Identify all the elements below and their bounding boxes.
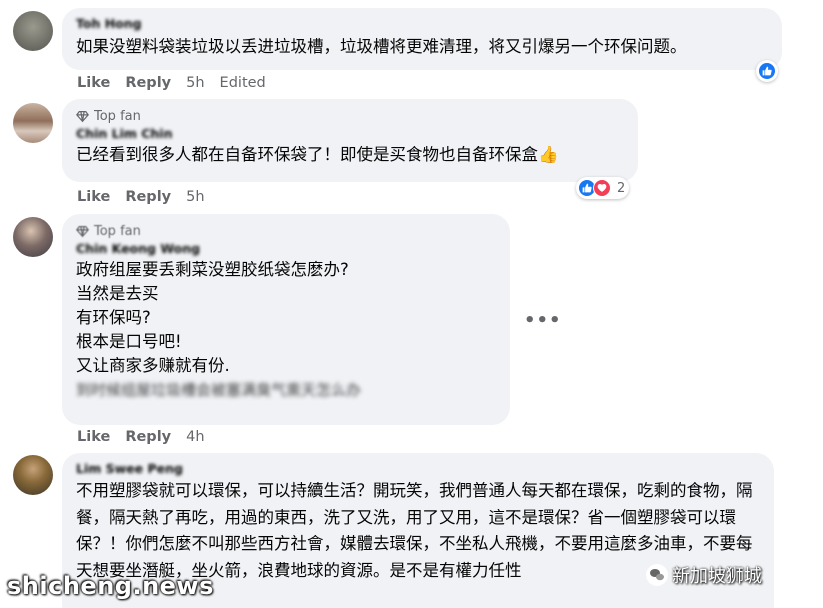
top-fan-badge: Top fan [76,222,498,241]
comment-author[interactable]: Toh Hong [76,16,770,33]
reaction-summary[interactable]: 2 [576,177,630,199]
watermark-brand-label: 新加坡狮城 [672,566,762,587]
comment-bubble: Top fan Chin Keong Wong 政府组屋要丢剩菜没塑胶纸袋怎麽办… [62,214,510,425]
comment-bubble: Toh Hong 如果没塑料袋装垃圾以丢进垃圾槽，垃圾槽将更难清理，将又引爆另一… [62,8,782,70]
comment-bubble: Top fan Chin Lim Chin 已经看到很多人都在自备环保袋了！即使… [62,99,638,182]
comment-line: 政府组屋要丢剩菜没塑胶纸袋怎麽办? [76,260,349,279]
comment-text: 如果没塑料袋装垃圾以丢进垃圾槽，垃圾槽将更难清理，将又引爆另一个环保问题。 [76,37,687,56]
comment-author[interactable]: Lim Swee Peng [76,461,762,478]
wechat-icon [646,564,668,586]
like-button[interactable]: Like [77,75,110,91]
comment-line: 根本是口号吧! [76,332,182,351]
edited-label[interactable]: Edited [220,75,266,91]
comment-text: 已经看到很多人都在自备环保袋了！即使是买食物也自备环保盒👍 [76,145,559,164]
diamond-icon [76,226,89,238]
more-options-icon[interactable]: ••• [524,310,562,331]
watermark: shicheng.news [7,572,214,600]
comment-actions: Like Reply 5h Edited [77,75,266,91]
reply-button[interactable]: Reply [125,189,171,205]
watermark-brand: 新加坡狮城 [646,562,762,588]
comment-line: 当然是去买 [76,284,159,303]
comment-timestamp[interactable]: 5h [186,189,204,205]
comment-actions: Like Reply 5h [77,189,205,205]
avatar[interactable] [13,103,53,143]
comment-author[interactable]: Chin Lim Chin [76,126,626,143]
comment-line: 又让商家多赚就有份. [76,356,230,375]
badge-label: Top fan [94,224,141,239]
reaction-summary[interactable] [756,60,778,82]
avatar[interactable] [13,455,53,495]
reply-button[interactable]: Reply [125,429,171,445]
love-reaction-icon [593,179,611,197]
like-reaction-icon [758,62,776,80]
comment-author[interactable]: Chin Keong Wong [76,241,498,258]
badge-label: Top fan [94,109,141,124]
blurred-comment-line: 到时候组屋垃圾槽会被塞满臭气熏天怎么办 [76,381,362,399]
reply-button[interactable]: Reply [125,75,171,91]
comment-line: 有环保吗? [76,308,151,327]
comment-timestamp[interactable]: 4h [186,429,204,445]
like-button[interactable]: Like [77,429,110,445]
comment-timestamp[interactable]: 5h [186,75,204,91]
diamond-icon [76,111,89,123]
reaction-count: 2 [617,180,626,196]
top-fan-badge: Top fan [76,107,626,126]
like-button[interactable]: Like [77,189,110,205]
comment-actions: Like Reply 4h [77,429,205,445]
avatar[interactable] [13,11,53,51]
avatar[interactable] [13,217,53,257]
